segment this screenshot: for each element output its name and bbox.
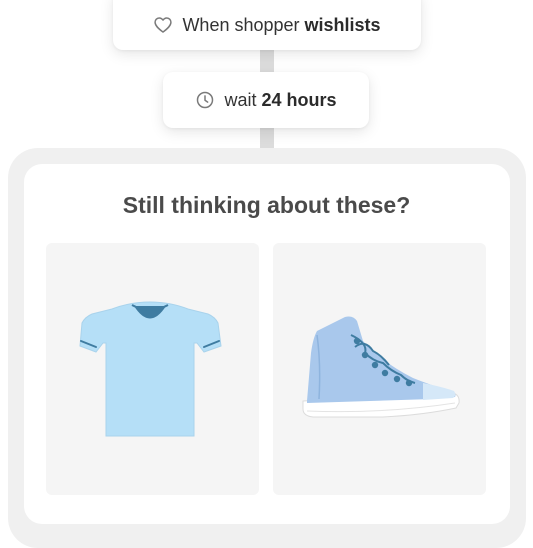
product-tile-tshirt[interactable] [46,243,259,495]
trigger-step[interactable]: When shopper wishlists [113,0,421,50]
delay-step[interactable]: wait 24 hours [163,72,369,128]
trigger-text: When shopper wishlists [182,14,381,35]
flow-connector-top [260,50,274,72]
clock-icon [195,90,215,110]
delay-text: wait 24 hours [224,89,337,110]
product-tile-sneaker[interactable] [273,243,486,495]
t-shirt-icon [79,301,222,437]
high-top-sneaker-icon [302,316,460,418]
trigger-event: wishlists [304,14,381,35]
email-headline: Still thinking about these? [122,192,411,218]
flow-connector-bottom [260,128,274,148]
delay-duration: 24 hours [261,89,337,110]
heart-icon [153,15,173,35]
